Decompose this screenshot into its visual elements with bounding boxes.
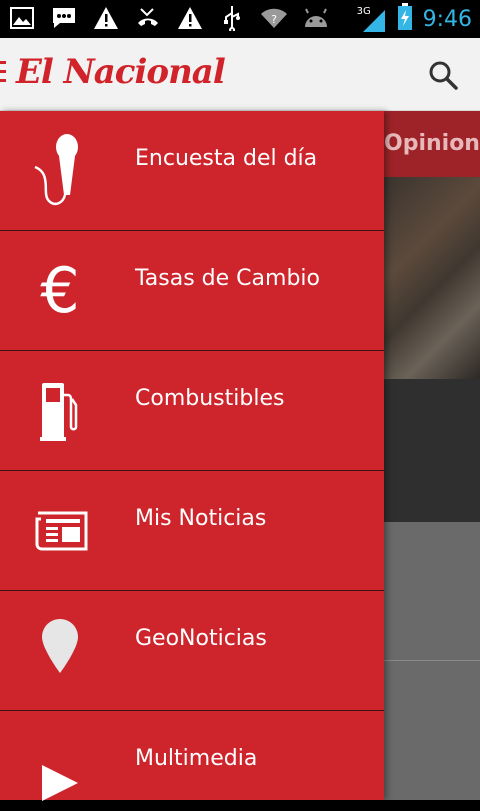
search-icon[interactable] xyxy=(426,58,460,92)
divider xyxy=(384,660,480,661)
signal-icon: 3G xyxy=(357,4,387,34)
usb-icon xyxy=(218,4,246,32)
notification-icons: ? xyxy=(8,4,330,32)
drawer-item-mis-noticias[interactable]: Mis Noticias xyxy=(0,471,384,591)
play-icon xyxy=(30,731,90,811)
drawer-item-multimedia[interactable]: Multimedia xyxy=(0,711,384,801)
tab-opinion[interactable]: Opinion xyxy=(384,111,480,177)
drawer-item-label: GeoNoticias xyxy=(135,626,267,651)
svg-text:?: ? xyxy=(271,13,277,26)
clock: 9:46 xyxy=(422,6,472,32)
featured-photo[interactable] xyxy=(384,177,480,379)
navigation-drawer: Encuesta del día € Tasas de Cambio Combu… xyxy=(0,111,384,801)
battery-icon xyxy=(397,3,413,35)
app-action-bar: El Nacional xyxy=(0,38,480,111)
drawer-item-combustibles[interactable]: Combustibles xyxy=(0,351,384,471)
warning-icon xyxy=(176,4,204,32)
drawer-item-label: Encuesta del día xyxy=(135,146,318,171)
warning-icon xyxy=(92,4,120,32)
app-logo[interactable]: El Nacional xyxy=(16,52,226,92)
drawer-item-label: Tasas de Cambio xyxy=(135,266,320,291)
drawer-toggle-icon[interactable] xyxy=(0,61,6,83)
euro-icon: € xyxy=(40,254,80,327)
image-notification-icon xyxy=(8,4,36,32)
drawer-item-label: Combustibles xyxy=(135,386,285,411)
newspaper-icon xyxy=(30,491,90,571)
microphone-icon xyxy=(30,131,90,211)
fuel-pump-icon xyxy=(30,371,90,451)
tab-opinion-label: Opinion xyxy=(384,131,480,156)
drawer-item-label: Mis Noticias xyxy=(135,506,267,531)
wifi-question-icon: ? xyxy=(260,4,288,32)
map-pin-icon xyxy=(30,611,90,691)
message-notification-icon xyxy=(50,4,78,32)
missed-call-icon xyxy=(134,4,162,32)
photo-caption-area xyxy=(384,379,480,522)
status-bar: ? 3G 9:46 xyxy=(0,0,480,38)
drawer-item-encuesta[interactable]: Encuesta del día xyxy=(0,111,384,231)
drawer-item-label: Multimedia xyxy=(135,746,258,771)
system-indicators: 3G 9:46 xyxy=(357,0,472,38)
android-icon xyxy=(302,4,330,32)
drawer-item-geonoticias[interactable]: GeoNoticias xyxy=(0,591,384,711)
drawer-item-tasas[interactable]: € Tasas de Cambio xyxy=(0,231,384,351)
